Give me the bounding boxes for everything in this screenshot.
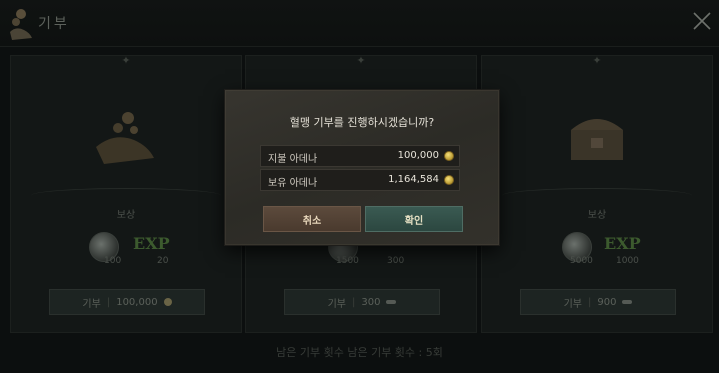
- donation-panel-3: ✦ 보상 EXP 5000 1000 기부 | 900: [481, 54, 713, 333]
- owned-adena-value: 1,164,584: [388, 174, 439, 185]
- separator: |: [106, 296, 111, 308]
- coin-amount: 1500: [336, 256, 359, 266]
- donate-label: 기부: [563, 298, 582, 310]
- pin-icon: ✦: [356, 54, 366, 67]
- dialog-question: 혈맹 기부를 진행하시겠습니까?: [289, 116, 435, 129]
- pin-icon: ✦: [121, 54, 131, 67]
- separator: |: [587, 296, 592, 308]
- feather-icon: [386, 300, 397, 304]
- donation-hand-icon: [10, 9, 32, 40]
- donate-cost: 100,000: [116, 296, 158, 308]
- cancel-button[interactable]: 취소: [263, 206, 361, 232]
- pin-icon: ✦: [592, 54, 602, 67]
- donate-button-2[interactable]: 기부 | 300: [284, 289, 440, 315]
- gold-hand-art-icon: [96, 112, 154, 164]
- exp-icon: EXP: [604, 234, 641, 253]
- exp-icon: EXP: [133, 234, 170, 253]
- exp-amount: 1000: [616, 256, 639, 266]
- pay-adena-value: 100,000: [397, 150, 439, 161]
- adena-coin-icon: [444, 175, 454, 185]
- pay-adena-row: 지불 아데나 100,000: [260, 145, 460, 167]
- donation-panel-1: ✦ 보상 EXP 100 20 기부 | 100,000: [10, 54, 242, 333]
- gold-coin-icon: [163, 298, 172, 306]
- separator: |: [351, 296, 356, 308]
- title-bar: 기부: [0, 0, 719, 47]
- pay-adena-label: 지불 아데나: [268, 154, 318, 165]
- remaining-donations: 남은 기부 횟수 남은 기부 횟수 : 5회: [276, 346, 443, 359]
- donate-button-1[interactable]: 기부 | 100,000: [49, 289, 205, 315]
- donate-label: 기부: [327, 298, 346, 310]
- donate-cost: 300: [361, 296, 381, 308]
- donate-label: 기부: [82, 298, 101, 310]
- reward-label: 보상: [587, 210, 607, 221]
- confirm-button[interactable]: 확인: [365, 206, 463, 232]
- feather-icon: [622, 300, 633, 304]
- coin-amount: 5000: [570, 256, 593, 266]
- window-title: 기부: [38, 16, 70, 32]
- donation-confirm-dialog: 혈맹 기부를 진행하시겠습니까? 지불 아데나 100,000 보유 아데나 1…: [225, 90, 499, 245]
- adena-coin-icon: [444, 151, 454, 161]
- owned-adena-row: 보유 아데나 1,164,584: [260, 169, 460, 191]
- reward-label: 보상: [116, 210, 136, 221]
- divider: [502, 188, 692, 203]
- donate-button-3[interactable]: 기부 | 900: [520, 289, 676, 315]
- treasure-chest-art-icon: [571, 119, 623, 160]
- owned-adena-label: 보유 아데나: [268, 178, 318, 189]
- exp-amount: 300: [387, 256, 405, 266]
- close-icon[interactable]: [691, 10, 713, 32]
- coin-amount: 100: [104, 256, 122, 266]
- donate-cost: 900: [597, 296, 617, 308]
- divider: [31, 188, 221, 203]
- exp-amount: 20: [157, 256, 169, 266]
